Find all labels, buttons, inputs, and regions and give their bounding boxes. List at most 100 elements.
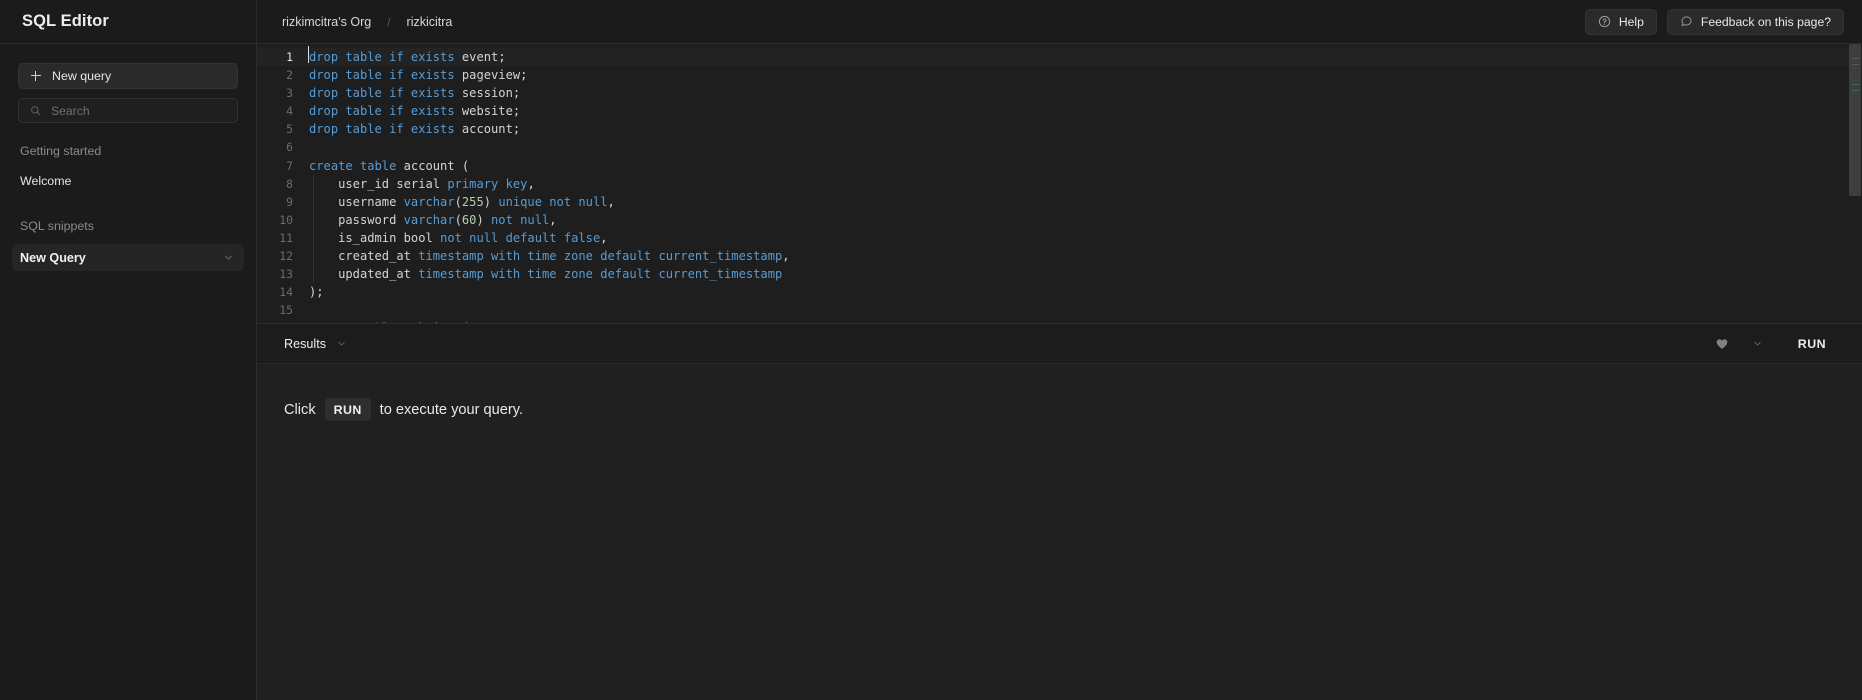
code-text: ); xyxy=(309,285,324,300)
code-line[interactable]: 6 xyxy=(257,138,1862,156)
code-line[interactable]: 3 drop table if exists session; xyxy=(257,84,1862,102)
indent-guide xyxy=(313,247,314,266)
code-text: drop table if exists website; xyxy=(309,104,521,119)
editor-scrollbar-thumb[interactable] xyxy=(1849,44,1861,196)
code-text: drop table if exists event; xyxy=(308,45,506,66)
line-number: 1 xyxy=(286,50,293,64)
line-number: 3 xyxy=(286,86,293,101)
line-number: 7 xyxy=(286,158,293,173)
line-number: 14 xyxy=(279,285,293,300)
line-number: 8 xyxy=(286,176,293,191)
editor-scrollbar[interactable] xyxy=(1848,44,1862,323)
code-text: updated_at timestamp with time zone defa… xyxy=(309,267,783,282)
chevron-down-icon[interactable] xyxy=(223,252,234,263)
results-toolbar: Results RUN xyxy=(257,323,1862,363)
feedback-button[interactable]: Feedback on this page? xyxy=(1666,8,1844,35)
code-line[interactable]: 7 create table account ( xyxy=(257,157,1862,175)
minimap-mark xyxy=(1852,64,1859,65)
code-line[interactable]: 16create table website ( xyxy=(257,319,1862,323)
results-options-button[interactable] xyxy=(1740,329,1776,359)
section-label-sql-snippets: SQL snippets xyxy=(20,219,94,233)
search-icon xyxy=(31,106,41,116)
line-number: 9 xyxy=(286,194,293,209)
sql-editor-app: SQL Editor New query Getting started Wel… xyxy=(0,0,1862,700)
line-number: 13 xyxy=(279,267,293,282)
code-lines[interactable]: 1 drop table if exists event; 2 drop table … xyxy=(257,44,1862,323)
code-line[interactable]: 12 created_at timestamp with time zone d… xyxy=(257,247,1862,266)
code-line[interactable]: 4 drop table if exists website; xyxy=(257,102,1862,120)
code-text: create table account ( xyxy=(309,158,470,173)
code-text: user_id serial primary key, xyxy=(309,176,535,191)
code-editor[interactable]: 1 drop table if exists event; 2 drop table … xyxy=(257,44,1862,323)
line-number: 10 xyxy=(279,212,293,227)
line-number: 6 xyxy=(286,140,293,155)
code-line[interactable]: 13 updated_at timestamp with time zone d… xyxy=(257,265,1862,284)
code-line[interactable]: 2 drop table if exists pageview; xyxy=(257,66,1862,84)
code-line[interactable]: 14); xyxy=(257,283,1862,301)
code-line[interactable]: 9 username varchar(255) unique not null, xyxy=(257,192,1862,211)
code-line[interactable]: 8 user_id serial primary key, xyxy=(257,174,1862,193)
search-box[interactable] xyxy=(18,98,238,123)
indent-guide xyxy=(313,174,314,193)
code-line[interactable]: 1 drop table if exists event; xyxy=(257,45,1862,67)
indent-guide xyxy=(313,192,314,211)
feedback-label: Feedback on this page? xyxy=(1700,14,1831,29)
indent-guide xyxy=(313,265,314,284)
minimap-mark xyxy=(1852,90,1859,91)
code-text: created_at timestamp with time zone defa… xyxy=(309,249,790,264)
message-prefix: Click xyxy=(284,401,316,418)
sidebar: SQL Editor New query Getting started Wel… xyxy=(0,0,257,700)
breadcrumb-org[interactable]: rizkimcitra's Org xyxy=(278,15,375,29)
line-number: 4 xyxy=(286,104,293,119)
code-line[interactable]: 11 is_admin bool not null default false, xyxy=(257,228,1862,248)
code-text: is_admin bool not null default false, xyxy=(309,230,608,245)
sidebar-item-new-query[interactable]: New Query xyxy=(12,244,244,271)
line-number: 2 xyxy=(286,68,293,83)
help-button[interactable]: Help xyxy=(1584,8,1657,35)
code-text: create table website ( xyxy=(309,319,469,323)
results-panel: Click RUN to execute your query. xyxy=(257,363,1862,700)
sidebar-item-welcome[interactable]: Welcome xyxy=(18,174,238,188)
code-line[interactable]: 10 password varchar(60) not null, xyxy=(257,210,1862,229)
results-tab[interactable]: Results xyxy=(284,337,347,351)
line-number: 5 xyxy=(286,122,293,137)
chat-bubble-icon xyxy=(1681,16,1692,27)
code-text: password varchar(60) not null, xyxy=(309,212,557,227)
line-number: 16 xyxy=(257,319,309,323)
favorite-button[interactable] xyxy=(1704,329,1740,359)
code-text: drop table if exists account; xyxy=(309,122,521,137)
plus-icon xyxy=(31,71,41,81)
chevron-down-icon xyxy=(1754,341,1761,346)
indent-guide xyxy=(313,228,314,248)
minimap-mark xyxy=(1852,58,1859,59)
line-number: 15 xyxy=(279,303,293,318)
section-label-getting-started: Getting started xyxy=(20,144,102,158)
new-query-label: New query xyxy=(52,69,112,83)
results-toolbar-actions: RUN xyxy=(1704,329,1842,359)
app-title: SQL Editor xyxy=(22,12,109,30)
code-text: drop table if exists pageview; xyxy=(309,68,528,83)
heart-icon xyxy=(1716,338,1728,349)
breadcrumb-project[interactable]: rizkicitra xyxy=(403,15,457,29)
line-number: 11 xyxy=(279,230,293,245)
run-button[interactable]: RUN xyxy=(1776,337,1842,351)
code-line[interactable]: 5 drop table if exists account; xyxy=(257,120,1862,138)
message-suffix: to execute your query. xyxy=(379,401,523,418)
sidebar-body: New query Getting started Welcome SQL sn… xyxy=(0,44,256,271)
breadcrumb-separator: / xyxy=(387,14,391,29)
minimap-mark xyxy=(1852,84,1859,85)
sidebar-header: SQL Editor xyxy=(0,0,256,44)
results-empty-message: Click RUN to execute your query. xyxy=(284,398,1862,421)
search-input[interactable] xyxy=(51,103,237,118)
code-text: username varchar(255) unique not null, xyxy=(309,194,615,209)
new-query-button[interactable]: New query xyxy=(18,63,238,89)
top-bar-actions: Help Feedback on this page? xyxy=(1584,8,1844,35)
chevron-down-icon[interactable] xyxy=(336,338,347,349)
code-line[interactable]: 15 xyxy=(257,301,1862,319)
indent-guide xyxy=(313,210,314,229)
top-bar: rizkimcitra's Org / rizkicitra Help Feed… xyxy=(257,0,1862,44)
help-label: Help xyxy=(1618,14,1644,29)
breadcrumb: rizkimcitra's Org / rizkicitra xyxy=(278,15,456,29)
line-number: 12 xyxy=(279,249,293,264)
main-panel: rizkimcitra's Org / rizkicitra Help Feed… xyxy=(257,0,1862,700)
